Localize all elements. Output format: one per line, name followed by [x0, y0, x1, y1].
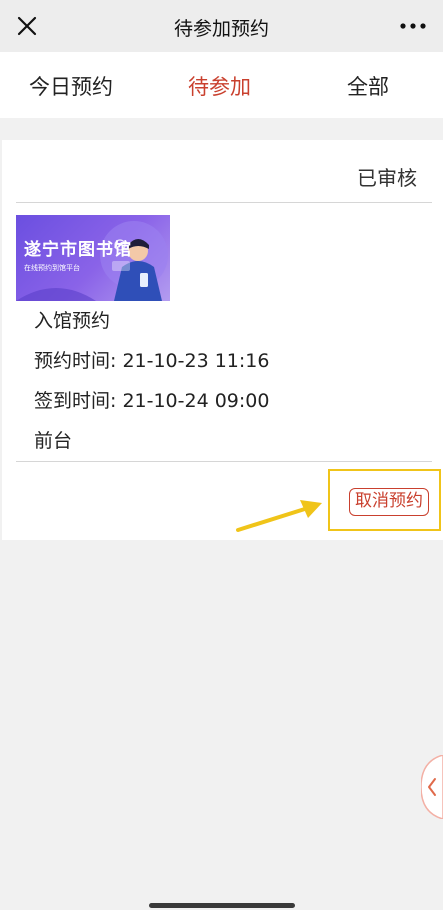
location: 前台 [34, 430, 73, 452]
checkin-time: 签到时间: 21-10-24 09:00 [34, 390, 270, 412]
tab-bar: 今日预约 待参加 全部 [0, 52, 443, 118]
tab-today[interactable]: 今日预约 [29, 71, 113, 101]
divider [16, 461, 432, 462]
tab-all[interactable]: 全部 [347, 71, 389, 101]
cancel-reservation-button[interactable]: 取消预约 [349, 488, 429, 516]
library-banner-image: 遂宁市图书馆 在线预约到馆平台 [16, 215, 170, 301]
page-title: 待参加预约 [173, 18, 269, 40]
divider [16, 202, 432, 203]
tab-pending[interactable]: 待参加 [188, 71, 251, 101]
reserve-time: 预约时间: 21-10-23 11:16 [34, 350, 270, 372]
arrow-annotation-icon [236, 500, 322, 532]
side-drawer-handle-icon[interactable] [421, 755, 443, 819]
title-bar: 待参加预约 [0, 0, 443, 52]
banner-subtitle: 在线预约到馆平台 [24, 264, 80, 272]
status-badge: 已审核 [357, 166, 417, 190]
home-indicator [149, 903, 295, 908]
more-dots-icon[interactable] [397, 12, 429, 40]
reservation-type: 入馆预约 [34, 310, 111, 332]
banner-title: 遂宁市图书馆 [24, 240, 132, 260]
